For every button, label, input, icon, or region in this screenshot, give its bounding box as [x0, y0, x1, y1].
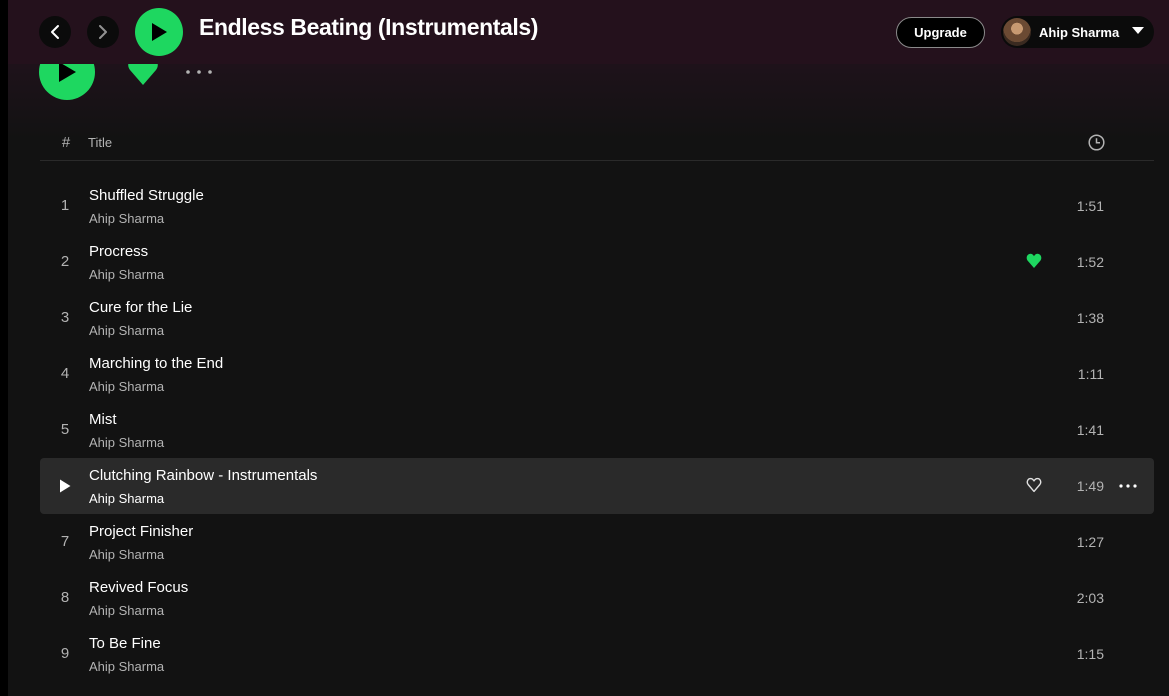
track-title[interactable]: Cure for the Lie [89, 299, 192, 316]
track-artist[interactable]: Ahip Sharma [89, 491, 164, 506]
column-title-header[interactable]: Title [88, 135, 112, 150]
track-artist[interactable]: Ahip Sharma [89, 603, 164, 618]
track-number: 7 [60, 533, 70, 550]
clock-icon [1088, 134, 1105, 151]
track-row[interactable]: 3 Cure for the Lie Ahip Sharma 1:38 [40, 290, 1154, 346]
track-duration: 1:51 [1076, 198, 1104, 214]
track-number: 1 [60, 197, 70, 214]
sidebar-edge [0, 0, 8, 696]
play-icon[interactable] [59, 479, 71, 493]
track-number: 3 [60, 309, 70, 326]
page-title: Endless Beating (Instrumentals) [199, 14, 539, 40]
upgrade-button[interactable]: Upgrade [896, 17, 985, 48]
heart-filled-icon[interactable] [1026, 253, 1042, 269]
track-duration: 1:41 [1076, 422, 1104, 438]
playlist-more-button[interactable] [185, 62, 213, 82]
track-row-hovered[interactable]: Clutching Rainbow - Instrumentals Ahip S… [40, 458, 1154, 514]
track-row[interactable]: 7 Project Finisher Ahip Sharma 1:27 [40, 514, 1154, 570]
track-title[interactable]: To Be Fine [89, 635, 161, 652]
track-row[interactable]: 9 To Be Fine Ahip Sharma 1:15 [40, 626, 1154, 682]
track-row[interactable]: 1 Shuffled Struggle Ahip Sharma 1:51 [40, 178, 1154, 234]
forward-button[interactable] [87, 16, 119, 48]
track-more-button[interactable] [1116, 477, 1140, 495]
track-title[interactable]: Marching to the End [89, 355, 223, 372]
track-title[interactable]: Procress [89, 243, 148, 260]
track-number: 4 [60, 365, 70, 382]
play-icon [59, 62, 76, 82]
header-play-button[interactable] [135, 8, 183, 56]
track-title[interactable]: Revived Focus [89, 579, 188, 596]
avatar [1003, 18, 1031, 46]
track-artist[interactable]: Ahip Sharma [89, 211, 164, 226]
track-duration: 1:27 [1076, 534, 1104, 550]
track-row[interactable]: 5 Mist Ahip Sharma 1:41 [40, 402, 1154, 458]
track-duration: 1:11 [1077, 366, 1104, 382]
chevron-left-icon [51, 25, 59, 39]
track-artist[interactable]: Ahip Sharma [89, 267, 164, 282]
track-artist[interactable]: Ahip Sharma [89, 435, 164, 450]
track-title[interactable]: Clutching Rainbow - Instrumentals [89, 467, 317, 484]
track-artist[interactable]: Ahip Sharma [89, 323, 164, 338]
track-number: 2 [60, 253, 70, 270]
track-title[interactable]: Project Finisher [89, 523, 193, 540]
track-number: 9 [60, 645, 70, 662]
user-name: Ahip Sharma [1039, 24, 1120, 40]
track-row[interactable]: 8 Revived Focus Ahip Sharma 2:03 [40, 570, 1154, 626]
more-horizontal-icon [186, 70, 212, 74]
heart-outline-icon[interactable] [1026, 477, 1042, 493]
playlist-page: Endless Beating (Instrumentals) Upgrade … [0, 0, 1169, 696]
play-icon [152, 23, 167, 41]
more-horizontal-icon [1119, 484, 1137, 488]
user-menu-button[interactable]: Ahip Sharma [1001, 16, 1154, 48]
column-number-header: # [61, 134, 71, 151]
track-title[interactable]: Mist [89, 411, 117, 428]
chevron-right-icon [99, 25, 107, 39]
track-table-header: # Title [40, 124, 1154, 161]
track-duration: 2:03 [1076, 590, 1104, 606]
track-artist[interactable]: Ahip Sharma [89, 379, 164, 394]
track-duration: 1:52 [1076, 254, 1104, 270]
track-duration: 1:49 [1076, 478, 1104, 494]
track-duration: 1:15 [1076, 646, 1104, 662]
track-duration: 1:38 [1076, 310, 1104, 326]
track-number: 8 [60, 589, 70, 606]
back-button[interactable] [39, 16, 71, 48]
track-row[interactable]: 4 Marching to the End Ahip Sharma 1:11 [40, 346, 1154, 402]
track-artist[interactable]: Ahip Sharma [89, 547, 164, 562]
track-artist[interactable]: Ahip Sharma [89, 659, 164, 674]
track-row[interactable]: 2 Procress Ahip Sharma 1:52 [40, 234, 1154, 290]
track-number: 5 [60, 421, 70, 438]
track-title[interactable]: Shuffled Struggle [89, 187, 204, 204]
caret-down-icon [1132, 27, 1144, 34]
